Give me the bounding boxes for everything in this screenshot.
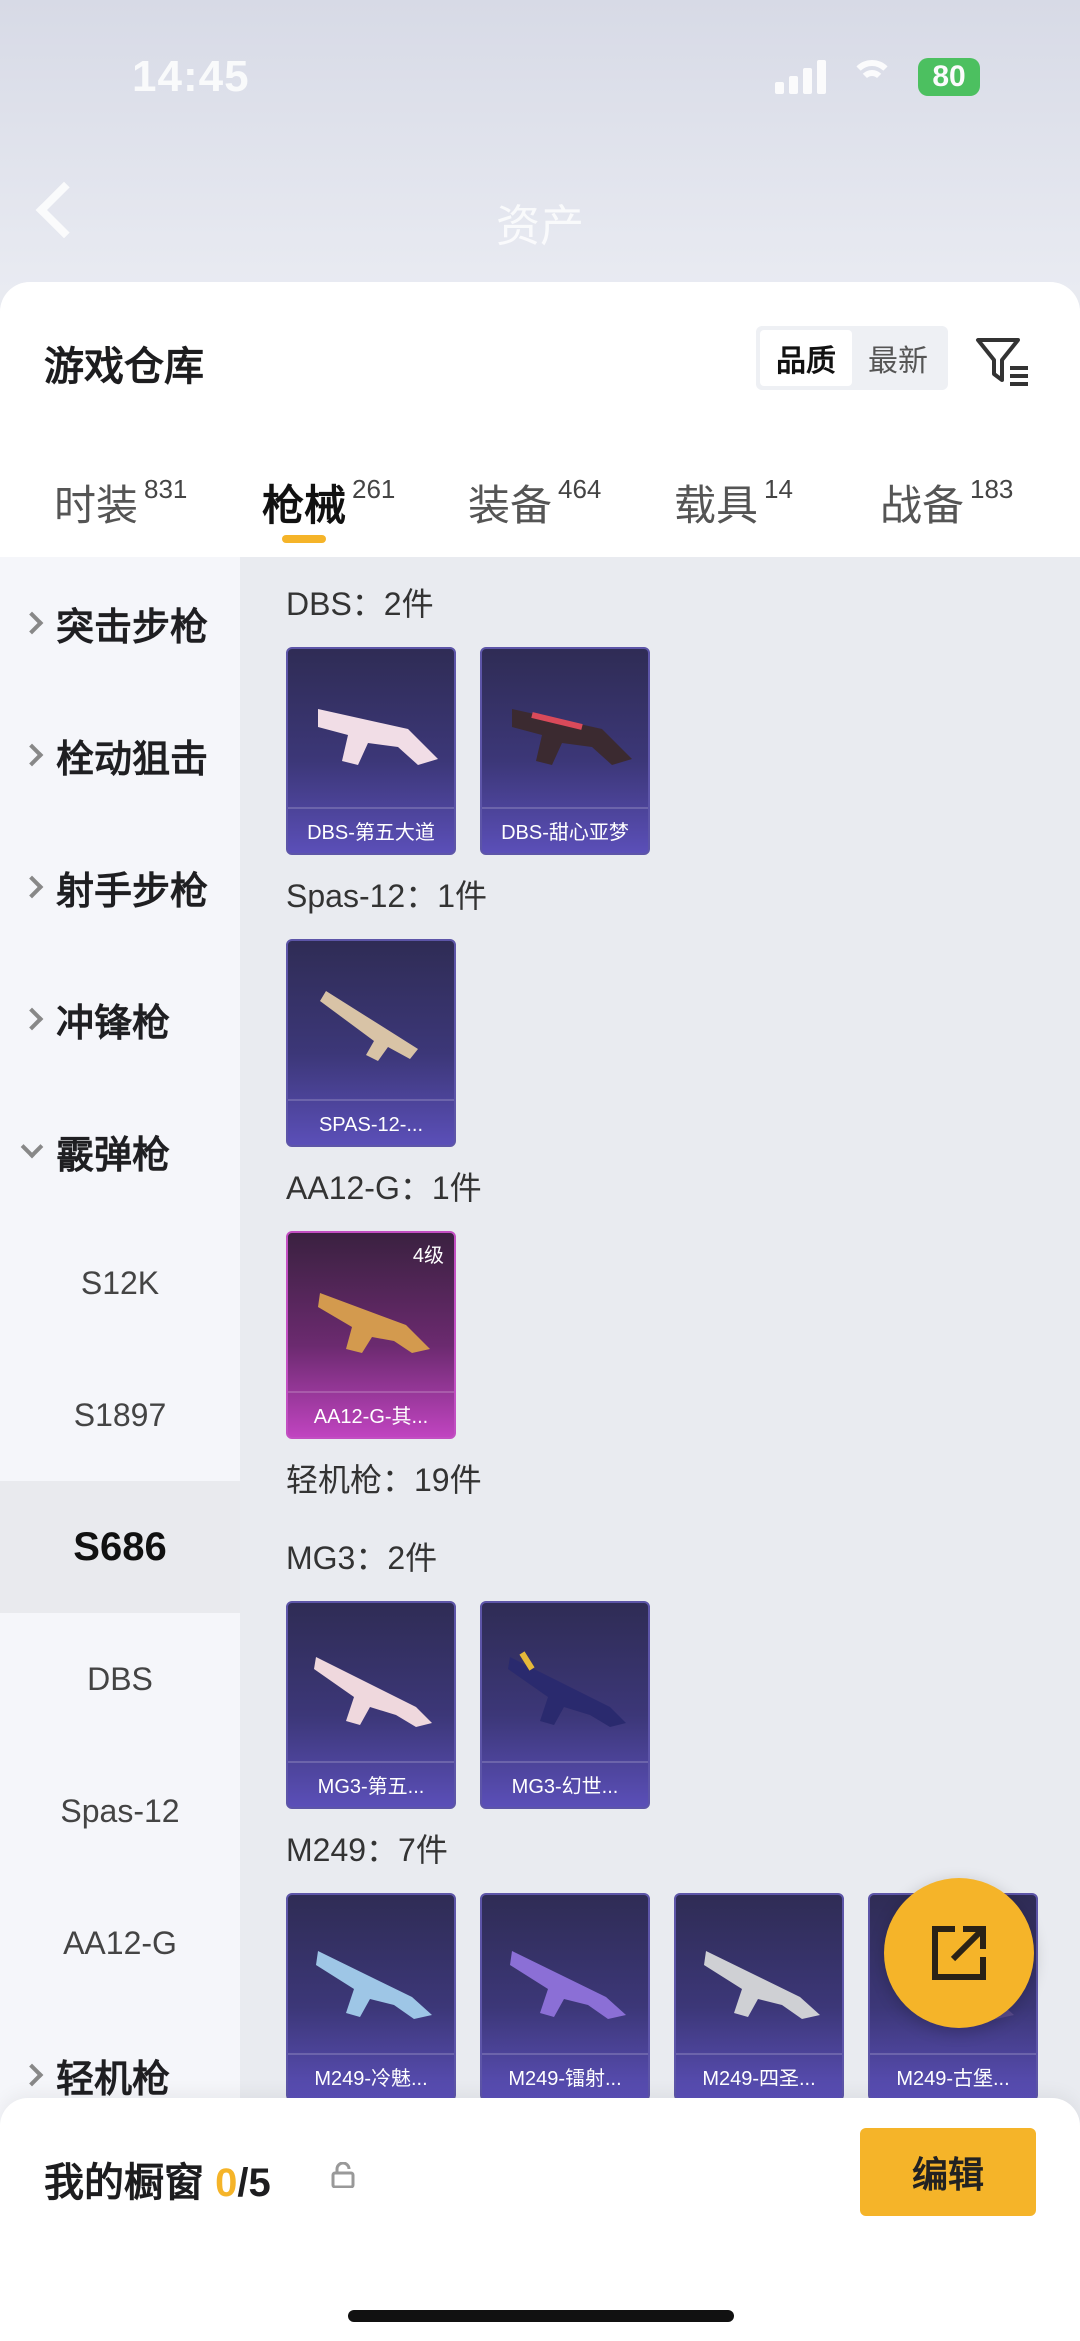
- showcase-count-max: /5: [237, 2161, 271, 2205]
- showcase-label: 我的橱窗 0/5: [44, 2150, 271, 2208]
- item-name: MG3-第五...: [317, 1776, 425, 1798]
- gun-icon: [510, 1951, 626, 2019]
- status-time: 14:45: [132, 52, 250, 101]
- item-card[interactable]: M249-四圣...: [674, 1893, 844, 2101]
- sidebar-sub-dbs[interactable]: DBS: [0, 1613, 240, 1745]
- status-area: 14:45 80 资产: [0, 0, 1080, 290]
- item-card[interactable]: MG3-幻世...: [480, 1601, 650, 1809]
- item-card[interactable]: SPAS-12-...: [286, 939, 456, 1147]
- chevron-down-icon: [20, 1135, 44, 1159]
- status-icons: 80: [775, 58, 980, 96]
- item-name: M249-镭射...: [508, 2068, 622, 2090]
- warehouse-title: 游戏仓库: [44, 345, 204, 389]
- sidebar-sub-s12k[interactable]: S12K: [0, 1217, 240, 1349]
- item-name: DBS-甜心亚梦: [501, 822, 629, 844]
- item-card[interactable]: M249-冷魅...: [286, 1893, 456, 2101]
- tab-battle-gear[interactable]: 战备 183: [880, 472, 1013, 557]
- chevron-right-icon: [20, 611, 44, 635]
- item-name: SPAS-12-...: [318, 1114, 424, 1136]
- item-name: M249-古堡...: [896, 2068, 1010, 2090]
- sidebar-sub-s1897[interactable]: S1897: [0, 1349, 240, 1481]
- sidebar-item-label: 栓动狙击: [56, 738, 209, 781]
- sidebar-sub-s686[interactable]: S686: [0, 1481, 240, 1613]
- showcase-bar: 我的橱窗 0/5 编辑: [0, 2098, 1080, 2341]
- showcase-title: 我的橱窗: [44, 2161, 204, 2205]
- sidebar-item-shotgun[interactable]: 霰弹枪: [0, 1085, 240, 1217]
- chevron-right-icon: [20, 743, 44, 767]
- signal-icon: [775, 60, 826, 94]
- group-label-mg3: MG3：2件: [286, 1540, 438, 1576]
- item-card[interactable]: 4级 AA12-G-其...: [286, 1231, 456, 1439]
- chevron-right-icon: [20, 875, 44, 899]
- group-label-spas12: Spas-12：1件: [286, 878, 487, 914]
- sidebar-item-marksman-rifle[interactable]: 射手步枪: [0, 821, 240, 953]
- gun-icon: [508, 1651, 626, 1727]
- sort-toggle: 品质 最新: [756, 326, 948, 390]
- home-indicator: [348, 2310, 734, 2322]
- item-card[interactable]: MG3-第五...: [286, 1601, 456, 1809]
- battery-indicator: 80: [918, 58, 980, 96]
- gun-icon: [704, 1951, 820, 2019]
- gun-icon: [318, 1293, 430, 1353]
- edit-button[interactable]: 编辑: [860, 2128, 1036, 2216]
- sidebar-item-smg[interactable]: 冲锋枪: [0, 953, 240, 1085]
- group-label-aa12g: AA12-G：1件: [286, 1170, 482, 1206]
- gun-icon: [316, 1951, 432, 2019]
- sidebar-item-bolt-sniper[interactable]: 栓动狙击: [0, 689, 240, 821]
- gun-icon: [314, 1657, 432, 1727]
- gun-icon: [318, 709, 438, 765]
- chevron-right-icon: [20, 1007, 44, 1031]
- sidebar-item-label: 轻机枪: [56, 2058, 171, 2101]
- group-label-m249: M249：7件: [286, 1832, 448, 1868]
- sidebar-item-assault-rifle[interactable]: 突击步枪: [0, 557, 240, 689]
- tab-fashion[interactable]: 时装 831: [54, 472, 187, 557]
- item-card[interactable]: DBS-甜心亚梦: [480, 647, 650, 855]
- wifi-icon: [850, 60, 894, 94]
- showcase-count-current: 0: [215, 2161, 238, 2205]
- sort-quality-button[interactable]: 品质: [760, 330, 852, 386]
- sidebar-item-label: 射手步枪: [56, 870, 209, 913]
- item-card[interactable]: DBS-第五大道: [286, 647, 456, 855]
- gun-icon: [320, 991, 418, 1061]
- tab-guns[interactable]: 枪械 261: [262, 472, 395, 557]
- lock-icon: [331, 2162, 355, 2188]
- gun-icon: [512, 709, 632, 765]
- sidebar-sub-aa12g[interactable]: AA12-G: [0, 1877, 240, 2009]
- item-name: M249-冷魅...: [314, 2068, 428, 2090]
- group-label-dbs: DBS：2件: [286, 586, 434, 622]
- weapon-category-sidebar: 突击步枪 栓动狙击 射手步枪 冲锋枪 霰弹枪 S12K S1897 S686 D…: [0, 557, 240, 2157]
- tab-equipment[interactable]: 装备 464: [468, 472, 601, 557]
- item-name: DBS-第五大道: [307, 822, 435, 844]
- external-link-icon: [932, 1926, 986, 1980]
- page-title: 资产: [496, 202, 584, 251]
- group-label-lmg: 轻机枪：19件: [286, 1462, 482, 1498]
- filter-icon[interactable]: [972, 330, 1032, 390]
- share-fab-button[interactable]: [884, 1878, 1034, 2028]
- item-card[interactable]: M249-镭射...: [480, 1893, 650, 2101]
- sidebar-item-label: 冲锋枪: [56, 1002, 171, 1045]
- chevron-right-icon: [20, 2063, 44, 2087]
- active-tab-underline: [282, 535, 326, 543]
- sidebar-item-label: 突击步枪: [56, 606, 209, 649]
- item-name: MG3-幻世...: [511, 1776, 619, 1798]
- tab-vehicles[interactable]: 载具 14: [674, 472, 793, 557]
- sidebar-sub-spas12[interactable]: Spas-12: [0, 1745, 240, 1877]
- sort-newest-button[interactable]: 最新: [852, 330, 944, 386]
- category-tabs: 时装 831 枪械 261 装备 464 载具 14 战备 183: [0, 472, 1080, 557]
- sidebar-item-label: 霰弹枪: [56, 1134, 171, 1177]
- sheet-header: 游戏仓库 品质 最新 时装 831 枪械 261 装备 464 载具 14 战备 183: [0, 282, 1080, 557]
- item-name: M249-四圣...: [702, 2068, 816, 2090]
- warehouse-sheet: 游戏仓库 品质 最新 时装 831 枪械 261 装备 464 载具 14 战备 183 …: [0, 282, 1080, 2341]
- item-name: AA12-G-其...: [313, 1406, 429, 1428]
